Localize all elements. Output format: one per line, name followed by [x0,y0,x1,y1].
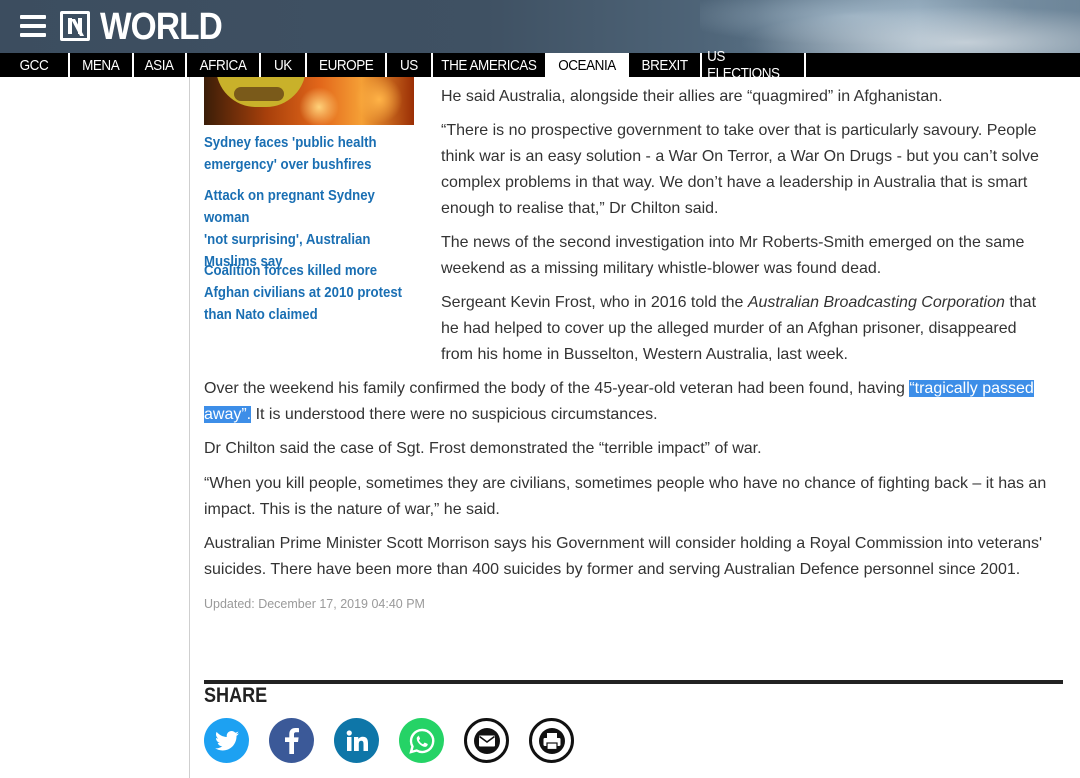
column-divider [189,77,190,778]
section-title[interactable]: WORLD [100,6,223,49]
nav-item-europe[interactable]: EUROPE [307,53,387,77]
related-article-thumbnail[interactable] [204,77,414,125]
related-article-title-line[interactable]: Afghan civilians at 2010 protest [204,282,415,304]
print-icon [538,727,565,754]
print-share-button[interactable] [529,718,574,763]
nav-item-label: EUROPE [318,56,374,74]
masthead: WORLD [0,0,1080,53]
nav-item-label: GCC [19,56,49,74]
related-article-title-line[interactable]: than Nato claimed [204,304,415,326]
hamburger-menu-icon[interactable] [20,15,46,37]
twitter-share-button[interactable] [204,718,249,763]
article-paragraph: Dr Chilton said the case of Sgt. Frost d… [204,440,762,457]
header-background-image [700,0,1080,53]
linkedin-share-button[interactable] [334,718,379,763]
twitter-icon [214,730,239,750]
article-paragraph: Over the weekend his family confirmed th… [204,376,1064,428]
nav-item-label: THE AMERICAS [441,56,537,74]
article-text: It is understood there were no suspiciou… [251,406,658,423]
nav-item-label: MENA [82,56,120,74]
share-buttons [204,718,574,763]
related-article-title-line[interactable]: Coalition forces killed more [204,260,415,282]
nav-item-us[interactable]: US [387,53,433,77]
nav-item-label: US [400,56,418,74]
nav-item-asia[interactable]: ASIA [134,53,187,77]
whatsapp-share-button[interactable] [399,718,444,763]
related-article-link[interactable]: Coalition forces killed more Afghan civi… [204,260,419,326]
facebook-icon [284,727,299,754]
nav-item-us-elections[interactable]: US ELECTIONS [702,48,806,82]
nav-item-oceania[interactable]: OCEANIA [547,53,629,77]
article-paragraph: Sergeant Kevin Frost, who in 2016 told t… [441,290,1051,368]
section-nav: GCC MENA ASIA AFRICA UK EUROPE US THE AM… [0,48,1080,82]
email-icon [473,727,500,754]
linkedin-icon [346,729,368,751]
article-paragraph: “When you kill people, sometimes they ar… [204,475,1047,518]
nav-item-label: UK [274,56,292,74]
nav-item-mena[interactable]: MENA [70,53,134,77]
share-divider [204,680,1063,684]
related-article-link[interactable]: Sydney faces 'public health emergency' o… [204,132,419,176]
nav-item-label: BREXIT [641,56,688,74]
article-paragraph: “There is no prospective government to t… [441,122,1039,217]
related-article-title-line[interactable]: emergency' over bushfires [204,154,415,176]
nav-item-gcc[interactable]: GCC [0,53,70,77]
news-logo-icon[interactable] [60,11,90,41]
share-label: SHARE [204,684,268,707]
article-paragraph: The news of the second investigation int… [441,234,1025,277]
article-paragraph: Australian Prime Minister Scott Morrison… [204,535,1043,578]
related-article-title-line[interactable]: Sydney faces 'public health [204,132,415,154]
nav-item-uk[interactable]: UK [261,53,307,77]
article-text: Over the weekend his family confirmed th… [204,380,910,397]
facebook-share-button[interactable] [269,718,314,763]
nav-item-brexit[interactable]: BREXIT [629,53,702,77]
updated-timestamp: Updated: December 17, 2019 04:40 PM [204,597,425,611]
nav-item-africa[interactable]: AFRICA [187,53,261,77]
whatsapp-icon [408,728,434,754]
nav-item-label: US ELECTIONS [707,48,780,82]
article-emphasis: Australian Broadcasting Corporation [747,294,1005,311]
nav-item-label: ASIA [145,56,174,74]
email-share-button[interactable] [464,718,509,763]
article-text: Sergeant Kevin Frost, who in 2016 told t… [441,294,748,311]
nav-item-the-americas[interactable]: THE AMERICAS [433,53,547,77]
related-article-title-line[interactable]: 'not surprising', Australian [204,229,415,251]
nav-item-label: OCEANIA [558,56,616,74]
related-article-title-line[interactable]: Attack on pregnant Sydney woman [204,185,415,229]
article-paragraph: He said Australia, alongside their allie… [441,88,943,105]
nav-item-label: AFRICA [199,56,247,74]
